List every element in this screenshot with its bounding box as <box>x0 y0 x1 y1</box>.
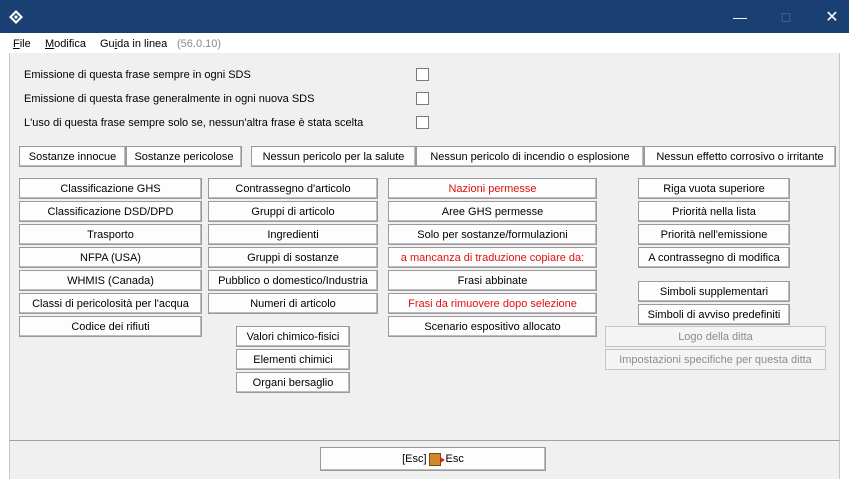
close-icon[interactable]: ✕ <box>809 0 849 33</box>
frasi-abbinate-button[interactable]: Frasi abbinate <box>388 270 597 291</box>
pubblico-domestico-industria-button[interactable]: Pubblico o domestico/Industria <box>208 270 378 291</box>
menu-guida[interactable]: Guida in linea <box>100 38 167 50</box>
app-diamond-icon <box>9 10 23 24</box>
contrassegno-modifica-button[interactable]: A contrassegno di modifica <box>638 247 790 268</box>
esc-button[interactable]: [Esc] Esc <box>320 447 546 471</box>
valori-chimico-fisici-button[interactable]: Valori chimico-fisici <box>236 326 350 347</box>
title-bar: — □ ✕ <box>0 0 849 33</box>
classificazione-ghs-button[interactable]: Classificazione GHS <box>19 178 202 199</box>
minimize-icon[interactable]: — <box>717 0 763 33</box>
classi-pericolosita-acqua-button[interactable]: Classi di pericolosità per l'acqua <box>19 293 202 314</box>
esc-shortcut-label: [Esc] <box>402 453 427 465</box>
checkbox-label-always: Emissione di questa frase sempre in ogni… <box>24 69 251 81</box>
simboli-avviso-button[interactable]: Simboli di avviso predefiniti <box>638 304 790 325</box>
simboli-supplementari-button[interactable]: Simboli supplementari <box>638 281 790 302</box>
menu-file[interactable]: File <box>13 38 31 50</box>
nessun-effetto-corrosivo-button[interactable]: Nessun effetto corrosivo o irritante <box>644 146 836 167</box>
contrassegno-articolo-button[interactable]: Contrassegno d'articolo <box>208 178 378 199</box>
sostanze-innocue-button[interactable]: Sostanze innocue <box>19 146 126 167</box>
nessun-pericolo-incendio-button[interactable]: Nessun pericolo di incendio o esplosione <box>416 146 644 167</box>
maximize-icon[interactable]: □ <box>763 0 809 33</box>
checkbox-only-if-none[interactable] <box>416 116 429 129</box>
checkbox-generally[interactable] <box>416 92 429 105</box>
codice-rifiuti-button[interactable]: Codice dei rifiuti <box>19 316 202 337</box>
exit-door-icon <box>428 452 445 466</box>
checkbox-label-only-if-none: L'uso di questa frase sempre solo se, ne… <box>24 117 364 129</box>
whmis-canada-button[interactable]: WHMIS (Canada) <box>19 270 202 291</box>
gruppi-sostanze-button[interactable]: Gruppi di sostanze <box>208 247 378 268</box>
classificazione-dsd-dpd-button[interactable]: Classificazione DSD/DPD <box>19 201 202 222</box>
aree-ghs-permesse-button[interactable]: Aree GHS permesse <box>388 201 597 222</box>
nessun-pericolo-salute-button[interactable]: Nessun pericolo per la salute <box>251 146 416 167</box>
organi-bersaglio-button[interactable]: Organi bersaglio <box>236 372 350 393</box>
elementi-chimici-button[interactable]: Elementi chimici <box>236 349 350 370</box>
scenario-espositivo-button[interactable]: Scenario espositivo allocato <box>388 316 597 337</box>
nfpa-usa-button[interactable]: NFPA (USA) <box>19 247 202 268</box>
priorita-emissione-button[interactable]: Priorità nell'emissione <box>638 224 790 245</box>
riga-vuota-superiore-button[interactable]: Riga vuota superiore <box>638 178 790 199</box>
nazioni-permesse-button[interactable]: Nazioni permesse <box>388 178 597 199</box>
priorita-lista-button[interactable]: Priorità nella lista <box>638 201 790 222</box>
trasporto-button[interactable]: Trasporto <box>19 224 202 245</box>
menu-modifica[interactable]: Modifica <box>45 38 86 50</box>
gruppi-articolo-button[interactable]: Gruppi di articolo <box>208 201 378 222</box>
esc-label: Esc <box>445 453 464 465</box>
ingredienti-button[interactable]: Ingredienti <box>208 224 378 245</box>
frasi-da-rimuovere-button[interactable]: Frasi da rimuovere dopo selezione <box>388 293 597 314</box>
checkbox-always[interactable] <box>416 68 429 81</box>
checkbox-label-generally: Emissione di questa frase generalmente i… <box>24 93 315 105</box>
mancanza-traduzione-button[interactable]: a mancanza di traduzione copiare da: <box>388 247 597 268</box>
sostanze-pericolose-button[interactable]: Sostanze pericolose <box>126 146 242 167</box>
impostazioni-ditta-button[interactable]: Impostazioni specifiche per questa ditta <box>605 349 826 370</box>
logo-ditta-button[interactable]: Logo della ditta <box>605 326 826 347</box>
version-label: (56.0.10) <box>177 38 222 50</box>
solo-sostanze-formulazioni-button[interactable]: Solo per sostanze/formulazioni <box>388 224 597 245</box>
numeri-articolo-button[interactable]: Numeri di articolo <box>208 293 378 314</box>
menu-bar: File Modifica Guida in linea (56.0.10) <box>0 33 849 53</box>
